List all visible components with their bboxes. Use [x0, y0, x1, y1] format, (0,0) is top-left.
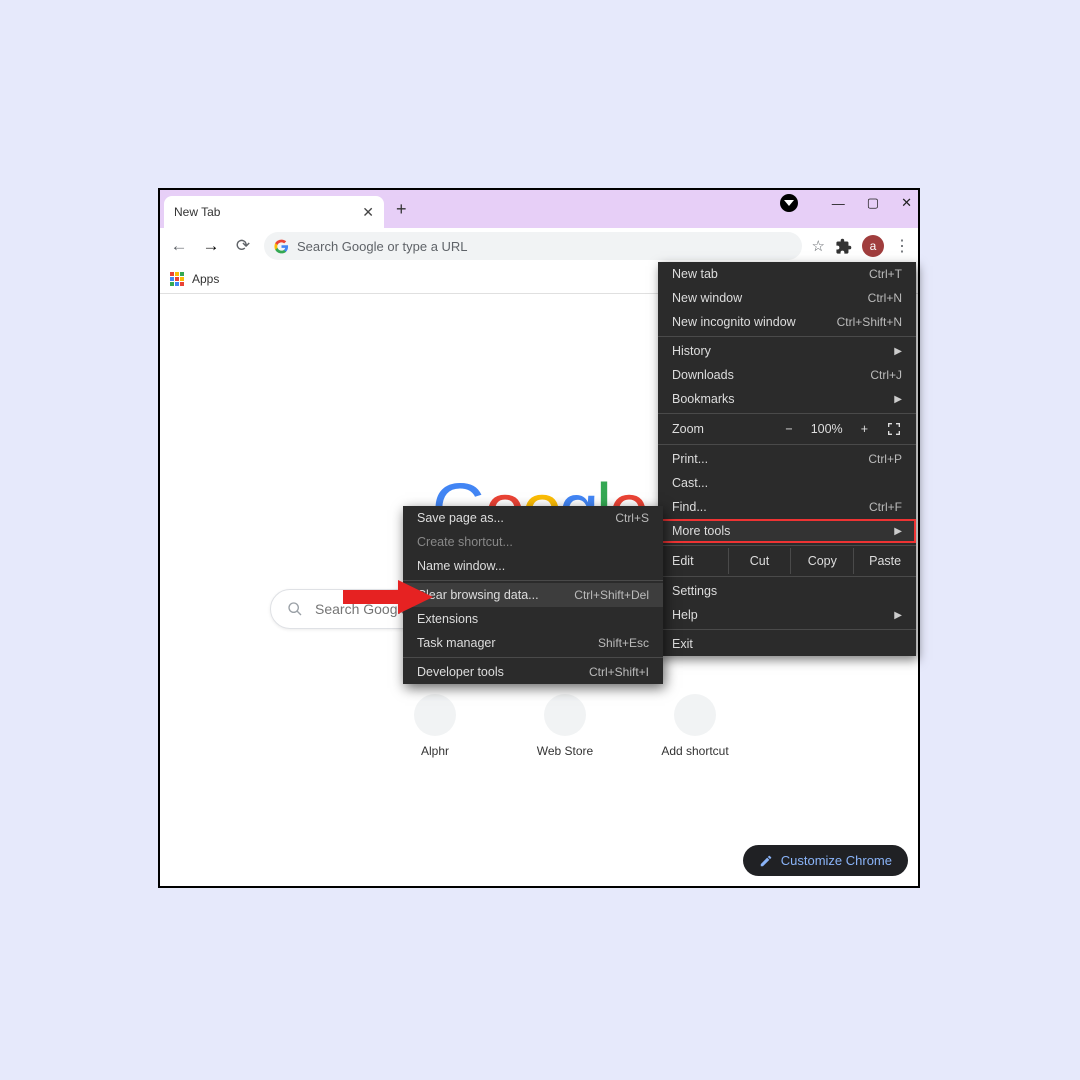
menu-cut[interactable]: Cut	[729, 548, 792, 574]
customize-chrome-button[interactable]: Customize Chrome	[743, 845, 908, 876]
submenu-developer-tools[interactable]: Developer toolsCtrl+Shift+I	[403, 660, 663, 684]
menu-separator	[658, 444, 916, 445]
shortcut-icon	[544, 694, 586, 736]
reload-button[interactable]: ⟳	[232, 236, 254, 256]
more-tools-submenu: Save page as...Ctrl+S Create shortcut...…	[403, 506, 663, 684]
zoom-in-button[interactable]: +	[861, 422, 868, 436]
menu-cast[interactable]: Cast...	[658, 471, 916, 495]
fullscreen-icon[interactable]	[886, 421, 902, 437]
menu-separator	[658, 413, 916, 414]
menu-downloads[interactable]: DownloadsCtrl+J	[658, 363, 916, 387]
maximize-button[interactable]: ▢	[867, 195, 879, 211]
menu-zoom: Zoom − 100% +	[658, 416, 916, 442]
submenu-clear-browsing-data[interactable]: Clear browsing data...Ctrl+Shift+Del	[403, 583, 663, 607]
menu-new-window[interactable]: New windowCtrl+N	[658, 286, 916, 310]
shortcut-icon	[414, 694, 456, 736]
shortcut-web-store[interactable]: Web Store	[525, 694, 605, 758]
zoom-out-button[interactable]: −	[785, 422, 792, 436]
browser-window: New Tab ✕ + — ▢ ✕ ← → ⟳ Search Google or…	[158, 188, 920, 888]
menu-edit-row: Edit Cut Copy Paste	[658, 548, 916, 574]
menu-separator	[658, 336, 916, 337]
menu-settings[interactable]: Settings	[658, 579, 916, 603]
apps-grid-icon[interactable]	[170, 272, 184, 286]
submenu-task-manager[interactable]: Task managerShift+Esc	[403, 631, 663, 655]
chrome-main-menu: New tabCtrl+T New windowCtrl+N New incog…	[658, 262, 916, 656]
menu-incognito[interactable]: New incognito windowCtrl+Shift+N	[658, 310, 916, 334]
more-menu-button[interactable]: ⋮	[894, 236, 910, 256]
menu-bookmarks[interactable]: Bookmarks▶	[658, 387, 916, 411]
pencil-icon	[759, 854, 773, 868]
close-window-button[interactable]: ✕	[901, 195, 912, 211]
submenu-save-page[interactable]: Save page as...Ctrl+S	[403, 506, 663, 530]
address-bar[interactable]: Search Google or type a URL	[264, 232, 802, 260]
new-tab-button[interactable]: +	[396, 199, 407, 220]
menu-edit-label: Edit	[658, 548, 729, 574]
chevron-right-icon: ▶	[894, 610, 902, 621]
back-button[interactable]: ←	[168, 236, 190, 256]
zoom-value: 100%	[811, 422, 843, 436]
menu-history[interactable]: History▶	[658, 339, 916, 363]
menu-find[interactable]: Find...Ctrl+F	[658, 495, 916, 519]
extensions-icon[interactable]	[835, 238, 852, 255]
submenu-create-shortcut: Create shortcut...	[403, 530, 663, 554]
menu-help[interactable]: Help▶	[658, 603, 916, 627]
menu-separator	[403, 657, 663, 658]
menu-more-tools[interactable]: More tools▶	[658, 519, 916, 543]
window-controls: — ▢ ✕	[780, 194, 912, 212]
submenu-extensions[interactable]: Extensions	[403, 607, 663, 631]
menu-separator	[658, 576, 916, 577]
chevron-right-icon: ▶	[894, 346, 902, 357]
shortcut-icon	[674, 694, 716, 736]
minimize-button[interactable]: —	[832, 196, 845, 211]
tab-title: New Tab	[174, 205, 220, 219]
avatar-letter: a	[870, 239, 877, 253]
shortcut-label: Alphr	[421, 744, 449, 758]
menu-paste[interactable]: Paste	[854, 548, 916, 574]
menu-print[interactable]: Print...Ctrl+P	[658, 447, 916, 471]
chevron-right-icon: ▶	[894, 394, 902, 405]
forward-button[interactable]: →	[200, 236, 222, 256]
shortcut-alphr[interactable]: Alphr	[395, 694, 475, 758]
menu-exit[interactable]: Exit	[658, 632, 916, 656]
toolbar: ← → ⟳ Search Google or type a URL ☆ a ⋮	[160, 228, 918, 264]
shortcuts-row: Alphr Web Store Add shortcut	[395, 694, 735, 758]
shortcut-label: Add shortcut	[661, 744, 728, 758]
chevron-right-icon: ▶	[894, 526, 902, 537]
shortcut-add[interactable]: Add shortcut	[655, 694, 735, 758]
menu-separator	[403, 580, 663, 581]
omnibox-placeholder: Search Google or type a URL	[297, 239, 468, 254]
profile-avatar[interactable]: a	[862, 235, 884, 257]
notification-badge-icon[interactable]	[780, 194, 798, 212]
customize-label: Customize Chrome	[781, 853, 892, 868]
google-g-icon	[274, 239, 289, 254]
menu-copy[interactable]: Copy	[791, 548, 854, 574]
submenu-name-window[interactable]: Name window...	[403, 554, 663, 578]
bookmark-star-icon[interactable]: ☆	[812, 237, 825, 255]
search-icon	[287, 601, 303, 617]
close-tab-icon[interactable]: ✕	[362, 204, 374, 221]
shortcut-label: Web Store	[537, 744, 593, 758]
menu-separator	[658, 545, 916, 546]
apps-label[interactable]: Apps	[192, 272, 219, 286]
title-bar: New Tab ✕ + — ▢ ✕	[160, 190, 918, 228]
menu-separator	[658, 629, 916, 630]
menu-new-tab[interactable]: New tabCtrl+T	[658, 262, 916, 286]
browser-tab[interactable]: New Tab ✕	[164, 196, 384, 228]
